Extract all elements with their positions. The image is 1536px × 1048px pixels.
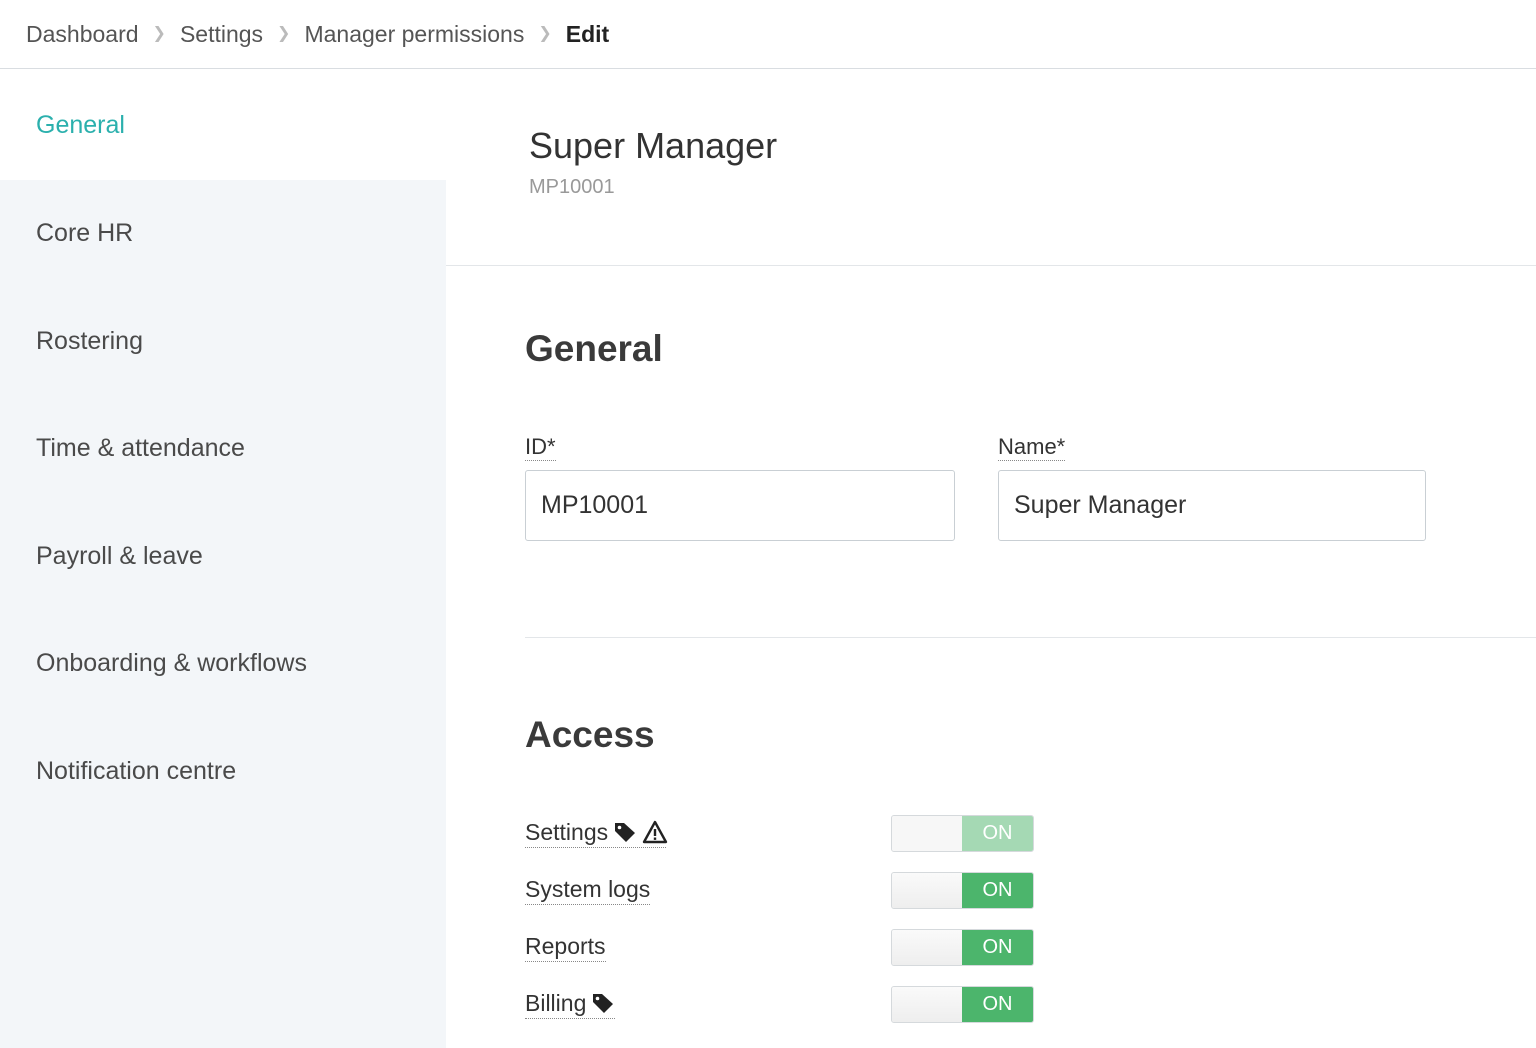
access-label-text: System logs	[525, 876, 651, 902]
access-row-billing: Billing ON	[525, 986, 1045, 1024]
access-label-reports[interactable]: Reports	[525, 931, 606, 962]
toggle-state: ON	[962, 930, 1033, 965]
section-divider	[525, 637, 1536, 638]
access-label-settings[interactable]: Settings	[525, 817, 668, 848]
section-title-general: General	[525, 328, 663, 369]
sidebar-item-core-hr[interactable]: Core HR	[0, 180, 446, 288]
access-label-text: Settings	[525, 819, 609, 845]
chevron-right-icon: ❯	[152, 25, 166, 42]
sidebar-item-payroll-leave[interactable]: Payroll & leave	[0, 503, 446, 611]
breadcrumb: Dashboard ❯ Settings ❯ Manager permissio…	[0, 0, 1536, 69]
access-row-system-logs: System logs ON	[525, 872, 1045, 910]
breadcrumb-manager-permissions[interactable]: Manager permissions	[304, 21, 524, 48]
toggle-state: ON	[962, 873, 1033, 908]
page-title: Super Manager	[529, 125, 778, 166]
toggle-knob	[892, 873, 963, 908]
warning-icon	[642, 820, 668, 844]
record-code: MP10001	[529, 176, 615, 198]
toggle-state: ON	[962, 816, 1033, 851]
id-field[interactable]	[525, 470, 955, 541]
tag-icon	[613, 820, 637, 844]
access-row-settings: Settings ON	[525, 815, 1045, 853]
record-header: Super Manager MP10001	[446, 70, 1536, 266]
toggle-state: ON	[962, 987, 1033, 1022]
breadcrumb-current: Edit	[565, 20, 610, 47]
sidebar-item-label: Onboarding & workflows	[36, 649, 307, 678]
access-label-system-logs[interactable]: System logs	[525, 874, 651, 905]
access-label-billing[interactable]: Billing	[525, 988, 616, 1019]
access-label-text: Reports	[525, 933, 606, 959]
sidebar-item-label: Time & attendance	[36, 434, 245, 463]
sidebar-item-general[interactable]: General	[0, 70, 446, 180]
sidebar-item-label: General	[36, 110, 125, 139]
id-field-label: ID*	[525, 434, 556, 461]
reports-toggle[interactable]: ON	[891, 929, 1034, 966]
sidebar-item-time-attendance[interactable]: Time & attendance	[0, 395, 446, 503]
sidebar-item-onboarding-workflows[interactable]: Onboarding & workflows	[0, 610, 446, 718]
sidebar-item-label: Payroll & leave	[36, 541, 203, 570]
billing-toggle[interactable]: ON	[891, 986, 1034, 1023]
chevron-right-icon: ❯	[538, 25, 552, 42]
sidebar-item-label: Rostering	[36, 326, 143, 355]
toggle-knob	[892, 987, 963, 1022]
toggle-knob	[892, 930, 963, 965]
access-label-text: Billing	[525, 990, 587, 1016]
section-title-access: Access	[525, 714, 655, 755]
breadcrumb-dashboard[interactable]: Dashboard	[26, 21, 139, 48]
settings-toggle[interactable]: ON	[891, 815, 1034, 852]
name-field[interactable]	[998, 470, 1426, 541]
sidebar: General Core HR Rostering Time & attenda…	[0, 70, 446, 1048]
sidebar-item-rostering[interactable]: Rostering	[0, 288, 446, 396]
tag-icon	[591, 991, 615, 1015]
main-content: Super Manager MP10001 General ID* Name* …	[446, 70, 1536, 1048]
sidebar-item-label: Notification centre	[36, 756, 237, 785]
toggle-knob	[892, 816, 963, 851]
sidebar-item-notification-centre[interactable]: Notification centre	[0, 718, 446, 826]
name-field-label: Name*	[998, 434, 1066, 461]
breadcrumb-settings[interactable]: Settings	[180, 21, 263, 48]
chevron-right-icon: ❯	[277, 25, 291, 42]
system-logs-toggle[interactable]: ON	[891, 872, 1034, 909]
access-row-reports: Reports ON	[525, 929, 1045, 967]
sidebar-item-label: Core HR	[36, 219, 134, 248]
